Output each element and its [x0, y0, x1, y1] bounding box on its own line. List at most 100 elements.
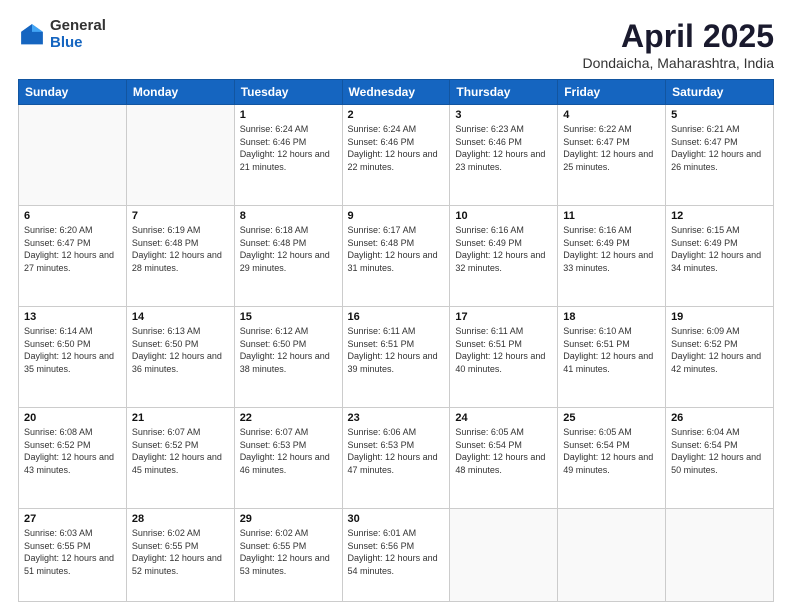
day-number: 14: [132, 311, 229, 323]
day-number: 5: [671, 109, 768, 121]
day-number: 15: [240, 311, 337, 323]
calendar-cell: 2Sunrise: 6:24 AM Sunset: 6:46 PM Daylig…: [342, 105, 450, 206]
day-info: Sunrise: 6:24 AM Sunset: 6:46 PM Dayligh…: [348, 123, 445, 173]
day-info: Sunrise: 6:12 AM Sunset: 6:50 PM Dayligh…: [240, 325, 337, 375]
calendar-cell: [450, 509, 558, 602]
calendar-header-row: Sunday Monday Tuesday Wednesday Thursday…: [19, 80, 774, 105]
calendar-cell: [126, 105, 234, 206]
calendar-cell: 12 Sunrise: 6:15 AM Sunset: 6:49 PM Dayli…: [666, 206, 774, 307]
day-number: 3: [455, 109, 552, 121]
day-number: 16: [348, 311, 445, 323]
day-number: 17: [455, 311, 552, 323]
day-number: 13: [24, 311, 121, 323]
day-info: Sunrise: 6:16 AM Sunset: 6:49 PM Dayligh…: [455, 224, 552, 274]
calendar-week-3: 13Sunrise: 6:14 AM Sunset: 6:50 PM Dayli…: [19, 307, 774, 408]
day-info: Sunrise: 6:10 AM Sunset: 6:51 PM Dayligh…: [563, 325, 660, 375]
calendar-week-1: 1 Sunrise: 6:24 AM Sunset: 6:46 PM Daylig…: [19, 105, 774, 206]
day-number: 11: [563, 210, 660, 222]
calendar-cell: 26 Sunrise: 6:04 AM Sunset: 6:54 PM Dayli…: [666, 408, 774, 509]
day-number: 9: [348, 210, 445, 222]
calendar-cell: 29 Sunrise: 6:02 AM Sunset: 6:55 PM Dayli…: [234, 509, 342, 602]
calendar-cell: 11 Sunrise: 6:16 AM Sunset: 6:49 PM Dayli…: [558, 206, 666, 307]
calendar-cell: 14 Sunrise: 6:13 AM Sunset: 6:50 PM Dayli…: [126, 307, 234, 408]
day-info: Sunrise: 6:22 AM Sunset: 6:47 PM Dayligh…: [563, 123, 660, 173]
day-info: Sunrise: 6:23 AM Sunset: 6:46 PM Dayligh…: [455, 123, 552, 173]
calendar-week-5: 27Sunrise: 6:03 AM Sunset: 6:55 PM Dayli…: [19, 509, 774, 602]
day-info: Sunrise: 6:05 AM Sunset: 6:54 PM Dayligh…: [455, 426, 552, 476]
calendar-cell: 13Sunrise: 6:14 AM Sunset: 6:50 PM Dayli…: [19, 307, 127, 408]
logo-general-text: General: [50, 18, 106, 35]
col-friday: Friday: [558, 80, 666, 105]
page: General Blue April 2025 Dondaicha, Mahar…: [0, 0, 792, 612]
title-location: Dondaicha, Maharashtra, India: [583, 55, 774, 71]
day-info: Sunrise: 6:11 AM Sunset: 6:51 PM Dayligh…: [348, 325, 445, 375]
calendar-cell: 17Sunrise: 6:11 AM Sunset: 6:51 PM Dayli…: [450, 307, 558, 408]
day-number: 1: [240, 109, 337, 121]
calendar-cell: 19 Sunrise: 6:09 AM Sunset: 6:52 PM Dayli…: [666, 307, 774, 408]
title-block: April 2025 Dondaicha, Maharashtra, India: [583, 18, 774, 71]
col-thursday: Thursday: [450, 80, 558, 105]
col-monday: Monday: [126, 80, 234, 105]
calendar-cell: 8Sunrise: 6:18 AM Sunset: 6:48 PM Daylig…: [234, 206, 342, 307]
day-info: Sunrise: 6:17 AM Sunset: 6:48 PM Dayligh…: [348, 224, 445, 274]
day-number: 26: [671, 412, 768, 424]
day-info: Sunrise: 6:08 AM Sunset: 6:52 PM Dayligh…: [24, 426, 121, 476]
day-info: Sunrise: 6:01 AM Sunset: 6:56 PM Dayligh…: [348, 527, 445, 577]
day-info: Sunrise: 6:04 AM Sunset: 6:54 PM Dayligh…: [671, 426, 768, 476]
calendar-week-4: 20 Sunrise: 6:08 AM Sunset: 6:52 PM Dayli…: [19, 408, 774, 509]
day-number: 29: [240, 513, 337, 525]
day-info: Sunrise: 6:24 AM Sunset: 6:46 PM Dayligh…: [240, 123, 337, 173]
calendar-cell: 27Sunrise: 6:03 AM Sunset: 6:55 PM Dayli…: [19, 509, 127, 602]
calendar-cell: 1 Sunrise: 6:24 AM Sunset: 6:46 PM Daylig…: [234, 105, 342, 206]
day-number: 20: [24, 412, 121, 424]
col-tuesday: Tuesday: [234, 80, 342, 105]
day-number: 22: [240, 412, 337, 424]
day-number: 25: [563, 412, 660, 424]
calendar-cell: 28 Sunrise: 6:02 AM Sunset: 6:55 PM Dayli…: [126, 509, 234, 602]
day-number: 21: [132, 412, 229, 424]
calendar-cell: [666, 509, 774, 602]
calendar-cell: 30Sunrise: 6:01 AM Sunset: 6:56 PM Dayli…: [342, 509, 450, 602]
day-info: Sunrise: 6:02 AM Sunset: 6:55 PM Dayligh…: [132, 527, 229, 577]
calendar-cell: 6Sunrise: 6:20 AM Sunset: 6:47 PM Daylig…: [19, 206, 127, 307]
calendar-cell: [19, 105, 127, 206]
day-info: Sunrise: 6:21 AM Sunset: 6:47 PM Dayligh…: [671, 123, 768, 173]
calendar-cell: 9 Sunrise: 6:17 AM Sunset: 6:48 PM Daylig…: [342, 206, 450, 307]
calendar-cell: 16 Sunrise: 6:11 AM Sunset: 6:51 PM Dayli…: [342, 307, 450, 408]
day-info: Sunrise: 6:07 AM Sunset: 6:52 PM Dayligh…: [132, 426, 229, 476]
calendar-cell: 3 Sunrise: 6:23 AM Sunset: 6:46 PM Daylig…: [450, 105, 558, 206]
day-info: Sunrise: 6:09 AM Sunset: 6:52 PM Dayligh…: [671, 325, 768, 375]
day-info: Sunrise: 6:02 AM Sunset: 6:55 PM Dayligh…: [240, 527, 337, 577]
title-month: April 2025: [583, 18, 774, 55]
header: General Blue April 2025 Dondaicha, Mahar…: [18, 18, 774, 71]
day-info: Sunrise: 6:19 AM Sunset: 6:48 PM Dayligh…: [132, 224, 229, 274]
col-wednesday: Wednesday: [342, 80, 450, 105]
day-number: 23: [348, 412, 445, 424]
day-info: Sunrise: 6:13 AM Sunset: 6:50 PM Dayligh…: [132, 325, 229, 375]
calendar-table: Sunday Monday Tuesday Wednesday Thursday…: [18, 79, 774, 602]
calendar-week-2: 6Sunrise: 6:20 AM Sunset: 6:47 PM Daylig…: [19, 206, 774, 307]
day-info: Sunrise: 6:03 AM Sunset: 6:55 PM Dayligh…: [24, 527, 121, 577]
day-number: 19: [671, 311, 768, 323]
logo: General Blue: [18, 18, 106, 51]
calendar-cell: 15 Sunrise: 6:12 AM Sunset: 6:50 PM Dayli…: [234, 307, 342, 408]
calendar-cell: 23 Sunrise: 6:06 AM Sunset: 6:53 PM Dayli…: [342, 408, 450, 509]
day-info: Sunrise: 6:15 AM Sunset: 6:49 PM Dayligh…: [671, 224, 768, 274]
day-info: Sunrise: 6:20 AM Sunset: 6:47 PM Dayligh…: [24, 224, 121, 274]
day-info: Sunrise: 6:05 AM Sunset: 6:54 PM Dayligh…: [563, 426, 660, 476]
calendar-cell: 20 Sunrise: 6:08 AM Sunset: 6:52 PM Dayli…: [19, 408, 127, 509]
day-info: Sunrise: 6:06 AM Sunset: 6:53 PM Dayligh…: [348, 426, 445, 476]
calendar-cell: 4Sunrise: 6:22 AM Sunset: 6:47 PM Daylig…: [558, 105, 666, 206]
day-number: 12: [671, 210, 768, 222]
logo-icon: [18, 21, 46, 49]
day-number: 24: [455, 412, 552, 424]
calendar-cell: 7 Sunrise: 6:19 AM Sunset: 6:48 PM Daylig…: [126, 206, 234, 307]
calendar-cell: 25 Sunrise: 6:05 AM Sunset: 6:54 PM Dayli…: [558, 408, 666, 509]
col-saturday: Saturday: [666, 80, 774, 105]
day-number: 7: [132, 210, 229, 222]
day-info: Sunrise: 6:16 AM Sunset: 6:49 PM Dayligh…: [563, 224, 660, 274]
day-number: 28: [132, 513, 229, 525]
col-sunday: Sunday: [19, 80, 127, 105]
calendar-cell: 10Sunrise: 6:16 AM Sunset: 6:49 PM Dayli…: [450, 206, 558, 307]
calendar-cell: 22Sunrise: 6:07 AM Sunset: 6:53 PM Dayli…: [234, 408, 342, 509]
